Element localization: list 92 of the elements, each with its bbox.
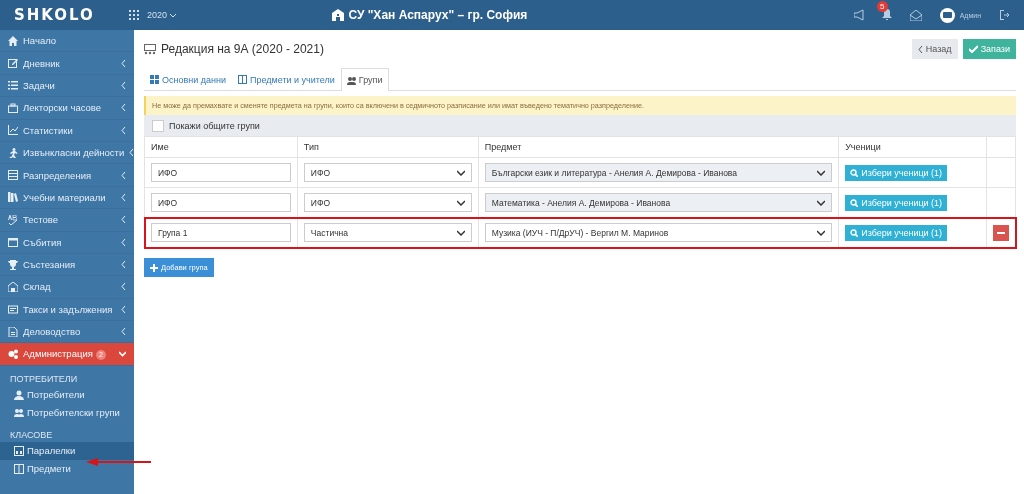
sidebar-link[interactable]: Потребителски групи	[0, 403, 134, 422]
calendar-icon	[8, 237, 18, 248]
grid-icon	[150, 75, 159, 84]
users-icon	[14, 407, 24, 418]
card-icon	[942, 12, 952, 18]
chevron-down-icon	[119, 351, 126, 358]
chevron-left-icon	[121, 283, 126, 291]
caret-icon	[456, 199, 465, 206]
ab-test-icon	[8, 214, 18, 225]
caret-icon	[456, 229, 465, 236]
back-button[interactable]: Назад	[911, 39, 958, 59]
envelope-icon	[909, 9, 922, 21]
chevron-left-icon	[121, 59, 126, 67]
line-chart-icon	[8, 125, 18, 136]
minus-icon	[997, 231, 1005, 234]
column-header: Име	[144, 136, 298, 158]
year-dropdown[interactable]: 2020	[147, 10, 177, 20]
type-select[interactable]: ИФО	[303, 193, 472, 212]
megaphone-icon	[853, 9, 864, 21]
user-icon	[14, 389, 24, 400]
running-figure-icon	[8, 147, 18, 158]
tab[interactable]: Предмети и учители	[232, 68, 341, 90]
plus-icon	[150, 263, 158, 272]
arrow-annotation	[86, 458, 151, 466]
home-icon	[8, 35, 18, 46]
search-icon	[850, 228, 859, 237]
checkbox[interactable]	[152, 119, 164, 132]
remove-button[interactable]	[993, 224, 1009, 241]
sidebar-item[interactable]: Учебни материали	[0, 186, 134, 210]
users-icon	[346, 75, 356, 85]
caret-icon	[817, 229, 826, 236]
page-title: Редакция на 9А (2020 - 2021)	[161, 42, 325, 56]
sidebar-link[interactable]: Паралелки	[0, 441, 134, 460]
select-students-button[interactable]: Избери ученици (1)	[845, 224, 948, 241]
sidebar-link[interactable]: Предмети	[0, 459, 134, 478]
receipt-icon	[8, 304, 18, 315]
briefcase-icon	[8, 102, 18, 113]
name-field[interactable]: ИФО	[151, 163, 291, 182]
chevron-left-icon	[121, 328, 126, 336]
tab[interactable]: Групи	[340, 68, 389, 91]
name-field[interactable]: ИФО	[151, 193, 291, 212]
logout-icon	[999, 9, 1010, 21]
section-heading: ПОТРЕБИТЕЛИ	[9, 372, 79, 386]
section-heading: КЛАСОВЕ	[9, 428, 54, 442]
chevron-left-icon	[917, 45, 923, 53]
books-icon	[8, 192, 18, 203]
save-button[interactable]: Запази	[962, 39, 1016, 59]
select-students-button[interactable]: Избери ученици (1)	[845, 164, 948, 181]
document-icon	[8, 326, 18, 337]
search-icon	[850, 168, 859, 177]
column-header: Ученици	[838, 136, 987, 158]
pencil-icon	[8, 58, 18, 69]
chevron-left-icon	[121, 238, 126, 246]
chevron-left-icon	[121, 193, 126, 201]
grid-icon	[129, 10, 139, 20]
trophy-icon	[8, 259, 18, 270]
check-icon	[968, 45, 978, 53]
checkbox-label[interactable]: Покажи общите групи	[169, 120, 260, 131]
caret-icon	[817, 169, 826, 176]
list-icon	[8, 80, 18, 91]
book-icon	[238, 75, 247, 84]
logo[interactable]: SHKOLO	[14, 6, 129, 24]
chevron-left-icon	[121, 126, 126, 134]
chevron-left-icon	[121, 81, 126, 89]
column-header: Тип	[297, 136, 479, 158]
caret-icon	[456, 169, 465, 176]
sidebar-link[interactable]: Потребители	[0, 385, 134, 404]
name-field[interactable]: Група 1	[151, 223, 291, 242]
tab[interactable]: Основни данни	[144, 68, 232, 90]
caret-icon	[817, 199, 826, 206]
chevron-left-icon	[121, 104, 126, 112]
column-header: Предмет	[478, 136, 839, 158]
chevron-left-icon	[121, 171, 126, 179]
avatar[interactable]	[939, 7, 955, 23]
subject-select[interactable]: Музика (ИУЧ - П/ДрУЧ) - Вергил М. Маринов	[484, 223, 833, 242]
table-icon	[8, 170, 18, 181]
grid-icon	[14, 445, 24, 456]
classroom-icon	[144, 43, 156, 55]
notification-badge: 5	[876, 0, 888, 12]
school-name: СУ "Хан Аспарух" – гр. София	[348, 8, 528, 22]
type-select[interactable]: Частична	[303, 223, 472, 242]
school-building-icon	[332, 9, 345, 21]
chevron-left-icon	[121, 305, 126, 313]
table-icon	[14, 463, 24, 474]
warehouse-icon	[8, 282, 18, 292]
search-icon	[850, 198, 859, 207]
chevron-down-icon	[170, 12, 177, 18]
select-students-button[interactable]: Избери ученици (1)	[845, 194, 948, 211]
type-select[interactable]: ИФО	[303, 163, 472, 182]
chevron-left-icon	[121, 261, 126, 269]
chevron-left-icon	[129, 149, 135, 157]
chevron-left-icon	[121, 216, 126, 224]
